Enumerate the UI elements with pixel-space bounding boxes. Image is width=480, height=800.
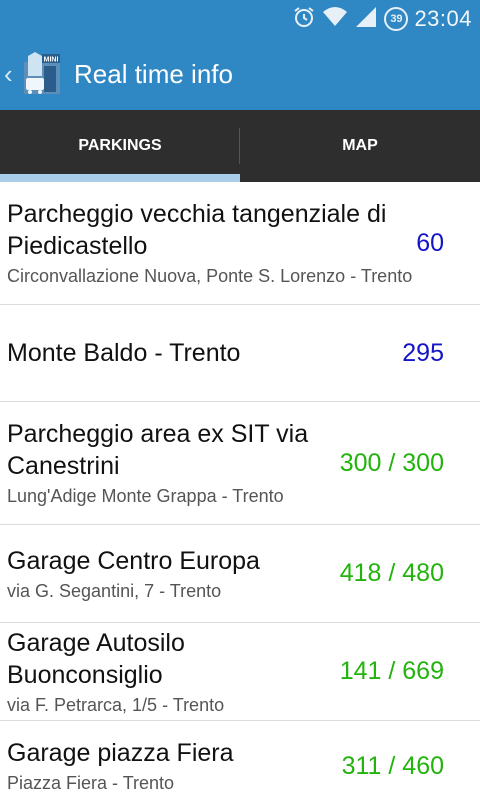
screen-title: Real time info [74, 58, 233, 89]
signal-icon [354, 6, 378, 33]
parking-address: Lung'Adige Monte Grappa - Trento [7, 486, 284, 506]
parking-count: 418 / 480 [339, 559, 444, 587]
list-item[interactable]: Parcheggio vecchia tangenziale di Piedic… [0, 182, 480, 305]
app-logo-icon[interactable]: MINI [20, 52, 64, 96]
parking-count: 60 [416, 228, 444, 257]
parking-count: 300 / 300 [339, 448, 444, 477]
tab-parkings-label: PARKINGS [78, 137, 162, 154]
tab-parkings[interactable]: PARKINGS [0, 110, 240, 182]
list-item[interactable]: Garage piazza Fiera Piazza Fiera - Trent… [0, 721, 480, 800]
parking-name: Parcheggio vecchia tangenziale di Piedic… [7, 200, 387, 260]
list-item[interactable]: Monte Baldo - Trento 295 [0, 305, 480, 402]
parking-address: via F. Petrarca, 1/5 - Trento [7, 694, 225, 715]
up-navigation-icon[interactable]: ‹ [4, 61, 18, 87]
action-bar: ‹ MINI Real time info [0, 38, 480, 110]
parking-name: Garage Autosilo Buonconsiglio [7, 628, 185, 689]
parking-address: Piazza Fiera - Trento [7, 773, 175, 793]
status-icons: 39 23:04 [292, 6, 472, 32]
parking-count: 311 / 460 [341, 751, 444, 780]
parking-name: Parcheggio area ex SIT via Canestrini [7, 420, 309, 480]
logo-badge-text: MINI [44, 57, 59, 64]
parking-name: Monte Baldo - Trento [7, 339, 241, 367]
status-time: 23:04 [414, 6, 472, 31]
parking-name: Garage piazza Fiera [7, 739, 234, 767]
tab-map[interactable]: MAP [240, 110, 480, 182]
parking-address: via G. Segantini, 7 - Trento [7, 580, 222, 601]
status-bar: 39 23:04 [0, 0, 480, 38]
list-item[interactable]: Garage Autosilo Buonconsiglio via F. Pet… [0, 623, 480, 721]
parking-name: Garage Centro Europa [7, 546, 260, 575]
alarm-icon [292, 5, 316, 34]
parking-count: 295 [402, 338, 444, 367]
parking-count: 141 / 669 [339, 657, 444, 685]
wifi-icon [322, 6, 348, 33]
list-item[interactable]: Parcheggio area ex SIT via Canestrini Lu… [0, 402, 480, 525]
parking-address: Circonvallazione Nuova, Ponte S. Lorenzo… [7, 266, 413, 286]
battery-icon: 39 [384, 7, 409, 31]
tab-selected-indicator [0, 174, 240, 182]
parking-list[interactable]: Parcheggio vecchia tangenziale di Piedic… [0, 182, 480, 800]
list-item[interactable]: Garage Centro Europa via G. Segantini, 7… [0, 525, 480, 623]
tab-map-label: MAP [342, 137, 378, 154]
tab-bar: PARKINGS MAP [0, 110, 480, 182]
